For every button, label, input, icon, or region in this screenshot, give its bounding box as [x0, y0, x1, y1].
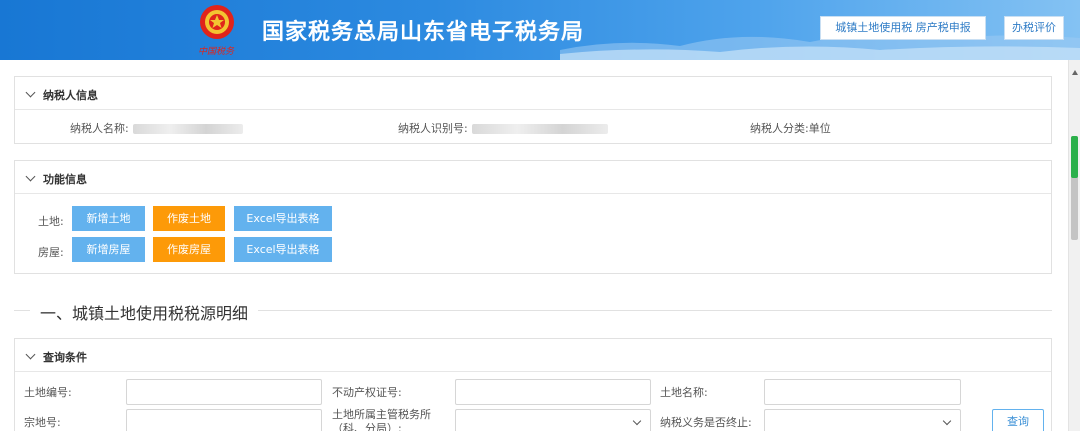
- panel-title: 纳税人信息: [43, 89, 98, 102]
- land-house-tax-declaration-button[interactable]: 城镇土地使用税 房产税申报: [820, 16, 986, 40]
- parcel-no-input[interactable]: [126, 409, 322, 431]
- export-house-excel-button[interactable]: Excel导出表格: [234, 237, 332, 262]
- land-name-label: 土地名称:: [660, 386, 708, 399]
- panel-title: 功能信息: [43, 173, 87, 186]
- redacted-value: [132, 124, 243, 134]
- export-land-excel-button[interactable]: Excel导出表格: [234, 206, 332, 231]
- section-title: 一、城镇土地使用税税源明细: [40, 304, 249, 323]
- redacted-value: [471, 124, 608, 134]
- tax-office-select[interactable]: [455, 409, 651, 431]
- panel-title: 查询条件: [43, 351, 87, 364]
- site-title: 国家税务总局山东省电子税务局: [262, 20, 585, 45]
- house-row-label: 房屋:: [38, 246, 64, 259]
- emblem-caption: 中国税务: [198, 47, 235, 57]
- chevron-down-icon: [25, 349, 36, 360]
- taxpayer-category: 纳税人分类:单位: [750, 122, 831, 135]
- taxpayer-name: 纳税人名称:: [70, 120, 243, 136]
- land-no-label: 土地编号:: [24, 386, 72, 399]
- add-land-button[interactable]: 新增土地: [72, 206, 145, 231]
- query-button[interactable]: 查询: [992, 409, 1044, 431]
- query-conditions-header[interactable]: 查询条件: [15, 339, 1051, 372]
- obligation-ended-select[interactable]: [764, 409, 961, 431]
- void-land-button[interactable]: 作废土地: [153, 206, 225, 231]
- add-house-button[interactable]: 新增房屋: [72, 237, 145, 262]
- function-info-header[interactable]: 功能信息: [15, 161, 1051, 194]
- chevron-down-icon: [942, 416, 952, 426]
- chevron-down-icon: [25, 87, 36, 98]
- divider: [14, 310, 30, 311]
- scroll-up-arrow-icon[interactable]: [1072, 70, 1078, 75]
- chevron-down-icon: [25, 171, 36, 182]
- scrollbar-thumb-highlight[interactable]: [1071, 136, 1078, 178]
- divider: [258, 310, 1052, 311]
- tax-office-label: 土地所属主管税务所（科、分局）:: [332, 408, 431, 431]
- land-row-label: 土地:: [38, 215, 64, 228]
- property-cert-input[interactable]: [455, 379, 651, 405]
- property-cert-label: 不动产权证号:: [332, 386, 402, 399]
- void-house-button[interactable]: 作废房屋: [153, 237, 225, 262]
- parcel-no-label: 宗地号:: [24, 416, 61, 429]
- obligation-ended-label: 纳税义务是否终止:: [660, 416, 752, 429]
- taxpayer-id: 纳税人识别号:: [398, 120, 608, 136]
- chevron-down-icon: [632, 416, 642, 426]
- tax-evaluation-button[interactable]: 办税评价: [1004, 16, 1064, 40]
- vertical-scrollbar[interactable]: [1068, 60, 1080, 431]
- taxpayer-info-header[interactable]: 纳税人信息: [15, 77, 1051, 110]
- land-no-input[interactable]: [126, 379, 322, 405]
- land-name-input[interactable]: [764, 379, 961, 405]
- site-header: 中国税务 国家税务总局山东省电子税务局 城镇土地使用税 房产税申报 办税评价: [0, 0, 1080, 60]
- main-content: 纳税人信息 纳税人名称: 纳税人识别号: 纳税人分类:单位 功能信息 土地: 新…: [0, 60, 1068, 431]
